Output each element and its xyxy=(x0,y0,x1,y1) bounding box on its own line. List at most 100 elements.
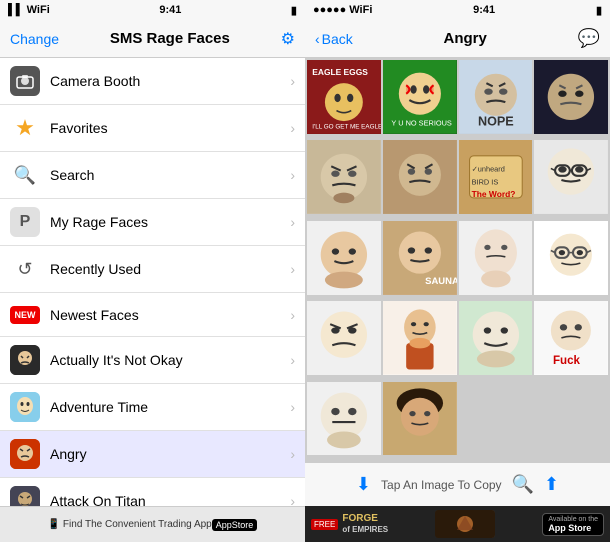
chevron-icon: › xyxy=(290,399,295,415)
meme-troll2[interactable] xyxy=(459,301,533,375)
meme-grumpy2[interactable] xyxy=(383,140,457,214)
svg-text:✓unheard: ✓unheard xyxy=(471,165,504,174)
ad-text-left: 📱 Find The Convenient Trading App xyxy=(48,519,212,530)
svg-text:BIRD IS: BIRD IS xyxy=(471,178,498,187)
not-okay-icon xyxy=(10,345,40,375)
meme-yao[interactable] xyxy=(307,221,381,295)
tap-label: Tap An Image To Copy xyxy=(381,478,502,492)
search-label: Search xyxy=(50,167,290,183)
newest-label: Newest Faces xyxy=(50,307,290,323)
attack-on-titan-label: Attack On Titan xyxy=(50,493,290,506)
menu-item-search[interactable]: 🔍 Search › xyxy=(0,152,305,199)
menu-item-not-okay[interactable]: Actually It's Not Okay › xyxy=(0,337,305,384)
svg-text:Fuck: Fuck xyxy=(553,355,581,367)
left-panel: ▌▌ WiFi 9:41 ▮ Change SMS Rage Faces ⚙ C… xyxy=(0,0,305,542)
right-panel: ●●●●● WiFi 9:41 ▮ ‹ Back Angry 💬 EAGLE E… xyxy=(305,0,610,542)
nav-bar-right: ‹ Back Angry 💬 xyxy=(305,20,610,58)
meme-sauna[interactable]: SAUNA xyxy=(383,221,457,295)
meme-glasses[interactable] xyxy=(534,140,608,214)
menu-item-newest[interactable]: NEW Newest Faces › xyxy=(0,293,305,337)
meme-grid: EAGLE EGGS I'LL GO GET ME EAGLE POWERS! Y… xyxy=(305,58,610,462)
svg-text:EAGLE EGGS: EAGLE EGGS xyxy=(312,67,368,77)
battery-right: ▮ xyxy=(596,4,602,17)
chevron-icon: › xyxy=(290,73,295,89)
time-right: 9:41 xyxy=(473,4,495,16)
svg-text:The Word?: The Word? xyxy=(471,189,515,199)
meme-unheard[interactable]: ✓unheard BIRD IS The Word? xyxy=(459,140,533,214)
bottom-bar-right: ⬇ Tap An Image To Copy 🔍 ⬆ xyxy=(305,462,610,506)
back-label: Back xyxy=(322,31,353,47)
right-nav-title: Angry xyxy=(444,30,487,47)
signal-right: ●●●●● WiFi xyxy=(313,4,372,16)
myfaces-icon: P xyxy=(10,207,40,237)
time-left: 9:41 xyxy=(159,4,181,16)
meme-poker[interactable] xyxy=(307,382,381,456)
adventure-time-label: Adventure Time xyxy=(50,399,290,415)
menu-item-favorites[interactable]: ★ Favorites › xyxy=(0,105,305,152)
left-nav-title: SMS Rage Faces xyxy=(110,30,230,47)
chevron-icon: › xyxy=(290,352,295,368)
menu-item-recent[interactable]: ↺ Recently Used › xyxy=(0,246,305,293)
meme-grumpy1[interactable] xyxy=(307,140,381,214)
not-okay-label: Actually It's Not Okay xyxy=(50,352,290,368)
meme-eagle-eggs[interactable]: EAGLE EGGS I'LL GO GET ME EAGLE POWERS! xyxy=(307,60,381,134)
forge-game-name: FORGEof EMPIRES xyxy=(342,513,388,535)
chevron-icon: › xyxy=(290,261,295,277)
meme-chin[interactable] xyxy=(459,221,533,295)
status-bar-right: ●●●●● WiFi 9:41 ▮ xyxy=(305,0,610,20)
menu-item-camera[interactable]: Camera Booth › xyxy=(0,58,305,105)
download-icon[interactable]: ⬇ xyxy=(356,474,371,495)
free-badge: FREE xyxy=(311,519,338,530)
menu-item-attack-on-titan[interactable]: Attack On Titan › xyxy=(0,478,305,506)
svg-text:NOPE: NOPE xyxy=(477,114,513,128)
angry-icon xyxy=(10,439,40,469)
svg-text:Y U NO SERIOUS: Y U NO SERIOUS xyxy=(391,118,451,127)
favorites-label: Favorites xyxy=(50,120,290,136)
ad-banner-left[interactable]: 📱 Find The Convenient Trading App AppSto… xyxy=(0,506,305,542)
change-button[interactable]: Change xyxy=(10,31,59,47)
forge-image xyxy=(435,510,495,538)
ad-banner-right[interactable]: FREE FORGEof EMPIRES Available on the Ap… xyxy=(305,506,610,542)
appstore-badge-left: AppStore xyxy=(212,519,258,531)
search-icon: 🔍 xyxy=(10,160,40,190)
star-icon: ★ xyxy=(10,113,40,143)
chevron-icon: › xyxy=(290,307,295,323)
meme-grumpy-nope[interactable]: NOPE xyxy=(459,60,533,134)
meme-afro[interactable] xyxy=(383,382,457,456)
back-button[interactable]: ‹ Back xyxy=(315,31,353,47)
nav-bar-left: Change SMS Rage Faces ⚙ xyxy=(0,20,305,58)
attack-on-titan-icon xyxy=(10,486,40,506)
camera-label: Camera Booth xyxy=(50,73,290,89)
search-icon-bottom[interactable]: 🔍 xyxy=(512,474,534,495)
chevron-icon: › xyxy=(290,446,295,462)
battery-left: ▮ xyxy=(291,4,297,17)
new-badge-icon: NEW xyxy=(10,306,40,324)
meme-fuck[interactable]: Fuck xyxy=(534,301,608,375)
chevron-icon: › xyxy=(290,120,295,136)
svg-text:I'LL GO GET ME EAGLE POWERS!: I'LL GO GET ME EAGLE POWERS! xyxy=(312,123,380,130)
chevron-icon: › xyxy=(290,214,295,230)
meme-rage1[interactable] xyxy=(307,301,381,375)
meme-nerd[interactable] xyxy=(534,221,608,295)
menu-item-angry[interactable]: Angry › xyxy=(0,431,305,478)
recent-icon: ↺ xyxy=(10,254,40,284)
angry-label: Angry xyxy=(50,446,290,462)
menu-item-adventure-time[interactable]: Adventure Time › xyxy=(0,384,305,431)
svg-text:SAUNA: SAUNA xyxy=(425,276,457,287)
adventure-time-icon xyxy=(10,392,40,422)
share-icon[interactable]: ⬆ xyxy=(544,474,559,495)
myfaces-label: My Rage Faces xyxy=(50,214,290,230)
forge-ad: FREE FORGEof EMPIRES xyxy=(311,513,388,535)
meme-joker[interactable]: Y U NO SERIOUS xyxy=(383,60,457,134)
appstore-badge-right[interactable]: Available on the App Store xyxy=(542,513,604,536)
camera-icon xyxy=(10,66,40,96)
message-icon[interactable]: 💬 xyxy=(578,28,600,49)
meme-grumpy-dark[interactable] xyxy=(534,60,608,134)
menu-item-myfaces[interactable]: P My Rage Faces › xyxy=(0,199,305,246)
chevron-icon: › xyxy=(290,167,295,183)
back-arrow-icon: ‹ xyxy=(315,31,320,47)
gear-icon[interactable]: ⚙ xyxy=(281,29,295,49)
menu-list: Camera Booth › ★ Favorites › 🔍 Search › … xyxy=(0,58,305,506)
chevron-icon: › xyxy=(290,493,295,506)
meme-dressup[interactable] xyxy=(383,301,457,375)
